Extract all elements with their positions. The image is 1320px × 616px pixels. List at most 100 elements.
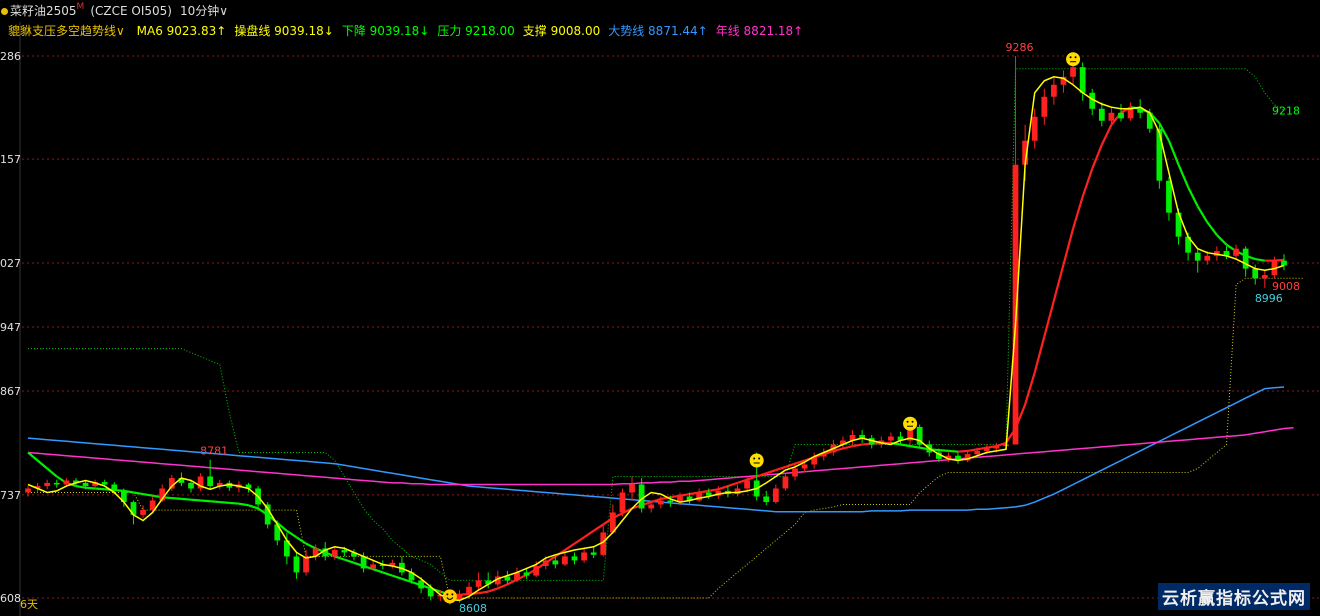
trend-segment [1187,186,1199,207]
period-label: 10分钟 [179,4,220,18]
trend-segment [334,555,345,561]
ma6-line [27,76,1285,602]
trend-segment [1062,228,1075,265]
trend-segment [938,449,949,453]
trend-segment [1167,140,1180,166]
candle-body [782,476,789,489]
trend-segment [679,492,690,497]
candle-body [140,510,146,515]
trend-segment [46,467,58,478]
trend-segment [133,491,144,496]
candle-body [1233,248,1239,256]
candle-body [1070,67,1076,77]
candle-body [1041,96,1048,117]
candle-body [360,556,367,569]
candle-body [667,500,674,503]
indicator-legend: 貔貅支压多空趋势线∨ MA6 9023.83↑ 操盘线 9039.18↓ 下降 90… [8,22,819,40]
trend-segment [210,500,220,504]
candle-body [523,572,530,576]
candle-body [1079,67,1086,93]
candle-body [1194,252,1201,261]
trend-segment [785,462,796,468]
trend-segment [344,558,355,564]
support-line [28,277,1304,599]
y-tick-label: 157 [0,153,21,166]
legend-item: 年线 8821.18↑ [715,24,804,38]
candle-body [1031,116,1038,141]
trend-segment [1033,336,1046,373]
price-annotation: 9008 [1272,280,1300,293]
trend-segment [852,443,863,448]
trend-segment [1196,205,1209,223]
trend-segment [1100,124,1113,146]
candle-body [418,580,424,589]
y-tick-label: 286 [0,50,21,63]
period-selector[interactable]: 10分钟∨ [180,4,228,18]
trend-segment [181,497,192,501]
trend-segment [142,492,153,497]
pressure-line [28,68,1285,581]
trend-segment [497,583,508,590]
indicator-selector[interactable]: 貔貅支压多空趋势线∨ [8,24,125,38]
candle-body [581,552,587,561]
candle-body [293,556,300,573]
y-tick-label: 947 [0,321,21,334]
legend-item: 支撑 9008.00 [522,24,601,38]
status-dot-icon [1,8,8,15]
legend-item: 操盘线 9039.18↓ [234,24,334,38]
candle-body [772,488,779,503]
trend-segment [909,445,920,449]
trend-segment [36,459,48,470]
trend-segment [1177,164,1190,188]
candle-body [370,564,377,569]
candlestick-chart[interactable]: 286 157 027 947 867 737 608 9286 8781 8608 8996 921… [0,0,1320,616]
trend-segment [1072,196,1084,229]
trend-segment [1081,168,1094,198]
trend-segment [1216,234,1228,246]
legend-items: MA6 9023.83↑ 操盘线 9039.18↓ 下降 9039.18↓ 压力 92… [137,24,812,38]
candle-body [1156,128,1163,181]
trend-segment [1255,257,1266,262]
candle-body [427,588,434,597]
candle-body [1127,108,1134,119]
trend-segment [1091,144,1103,170]
candle-body [571,556,578,561]
candle-body [763,496,770,503]
candle-body [542,560,549,567]
symbol-name[interactable]: 菜籽油2505 [10,4,77,18]
chart-header: 菜籽油2505M (CZCE OI505) 10分钟∨ [0,0,1320,22]
candle-body [1252,268,1259,279]
candle-body [888,436,894,441]
trend-segment [487,587,499,593]
candle-body [1051,84,1057,97]
legend-item: 下降 9039.18↓ [341,24,430,38]
trend-segment [305,542,317,550]
price-annotation: 8608 [459,602,487,615]
trend-segment [1274,258,1285,262]
y-tick-label: 027 [0,257,21,270]
candle-body [63,480,70,485]
trend-segment [698,489,709,494]
trend-segment [727,481,738,488]
candle-body [1118,112,1124,119]
trend-segment [717,485,729,491]
symbol-code: (CZCE OI505) [90,4,172,18]
legend-item: 压力 9218.00 [437,24,515,38]
candle-body [657,500,664,505]
candle-body [303,556,309,573]
trend-segment [842,445,853,450]
trend-segment [1043,300,1055,337]
neutral-face-icon [749,453,764,468]
candle-body [111,484,118,491]
candle-body [1012,164,1019,445]
candle-body [638,484,645,509]
candle-body [331,550,338,557]
y-tick-label: 867 [0,385,21,398]
trend-segment [900,443,911,448]
candle-body [792,468,798,477]
legend-item: MA6 9023.83↑ [136,24,227,38]
candle-body [53,482,60,485]
price-annotation: 9286 [1006,41,1034,54]
trend-segment [95,487,105,491]
candle-body [1166,180,1172,213]
